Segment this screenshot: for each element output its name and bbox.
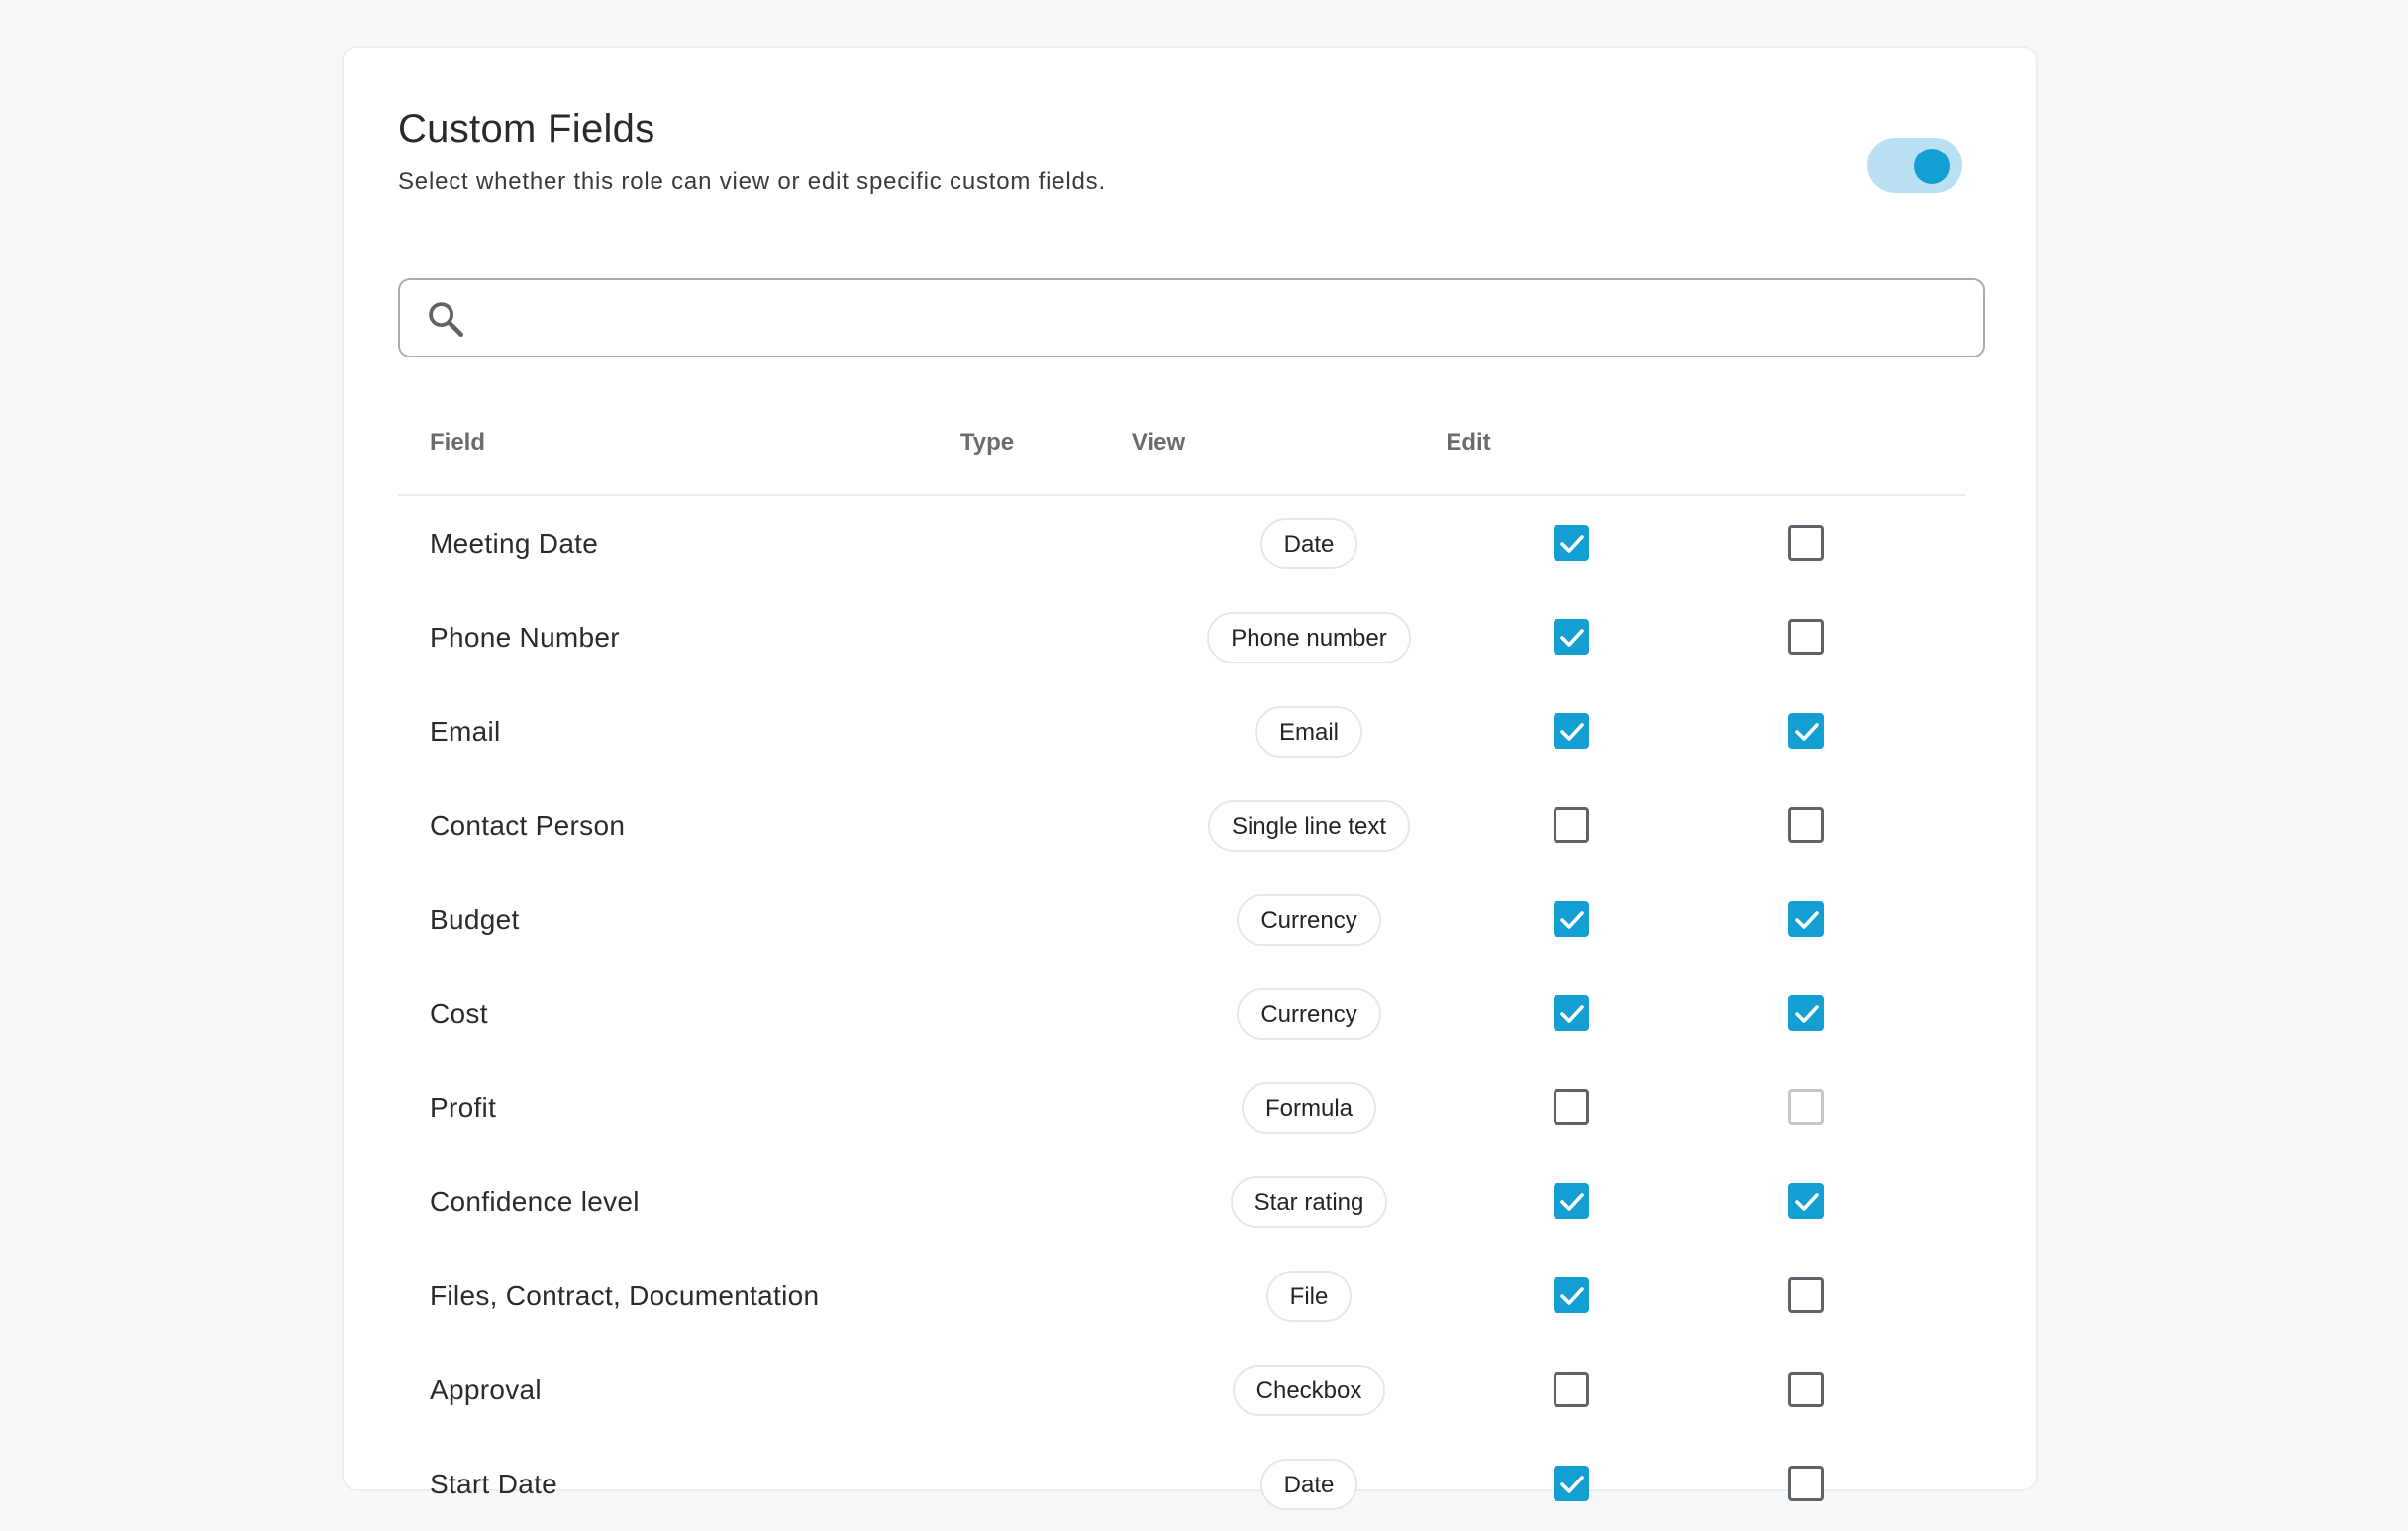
view-checkbox[interactable] bbox=[1554, 525, 1589, 561]
field-type-badge: Single line text bbox=[1207, 799, 1411, 852]
checkmark-icon bbox=[1560, 629, 1584, 647]
table-row: Meeting Date Date bbox=[398, 496, 1965, 590]
checkmark-icon bbox=[1560, 1476, 1584, 1493]
table-row: Email Email bbox=[398, 684, 1965, 778]
view-checkbox[interactable] bbox=[1554, 807, 1589, 843]
custom-fields-toggle[interactable] bbox=[1867, 138, 1962, 193]
search-input[interactable] bbox=[483, 290, 1962, 348]
edit-checkbox[interactable] bbox=[1788, 1372, 1824, 1407]
section-title: Custom Fields bbox=[398, 107, 655, 151]
field-name: Budget bbox=[430, 904, 520, 935]
checkmark-icon bbox=[1795, 1193, 1819, 1211]
field-name: Meeting Date bbox=[430, 528, 599, 559]
view-checkbox[interactable] bbox=[1554, 1277, 1589, 1313]
field-name: Phone Number bbox=[430, 622, 620, 653]
field-name: Approval bbox=[430, 1375, 542, 1405]
column-header-edit: Edit bbox=[1446, 429, 1491, 456]
field-type-badge: Phone number bbox=[1207, 611, 1411, 663]
edit-checkbox[interactable] bbox=[1788, 1466, 1824, 1501]
checkmark-icon bbox=[1560, 1287, 1584, 1305]
table-row: Approval Checkbox bbox=[398, 1343, 1965, 1437]
search-icon bbox=[429, 302, 464, 338]
field-name: Profit bbox=[430, 1092, 497, 1123]
view-checkbox[interactable] bbox=[1554, 1372, 1589, 1407]
checkmark-icon bbox=[1795, 723, 1819, 741]
field-type-badge: File bbox=[1265, 1270, 1353, 1322]
edit-checkbox[interactable] bbox=[1788, 807, 1824, 843]
field-name: Files, Contract, Documentation bbox=[430, 1280, 820, 1311]
view-checkbox[interactable] bbox=[1554, 713, 1589, 749]
field-type-badge: Date bbox=[1259, 1458, 1358, 1510]
edit-checkbox[interactable] bbox=[1788, 1277, 1824, 1313]
view-checkbox[interactable] bbox=[1554, 995, 1589, 1031]
field-type-badge: Checkbox bbox=[1232, 1364, 1386, 1416]
view-checkbox[interactable] bbox=[1554, 901, 1589, 937]
table-row: Phone Number Phone number bbox=[398, 590, 1965, 684]
checkmark-icon bbox=[1560, 723, 1584, 741]
edit-checkbox[interactable] bbox=[1788, 1183, 1824, 1219]
view-checkbox[interactable] bbox=[1554, 619, 1589, 655]
field-name: Confidence level bbox=[430, 1186, 640, 1217]
field-name: Contact Person bbox=[430, 810, 626, 841]
edit-checkbox[interactable] bbox=[1788, 619, 1824, 655]
table-row: Contact Person Single line text bbox=[398, 778, 1965, 872]
toggle-knob bbox=[1914, 149, 1950, 184]
field-type-badge: Date bbox=[1259, 517, 1358, 569]
custom-fields-card: Custom Fields Select whether this role c… bbox=[342, 46, 2038, 1510]
search-box bbox=[398, 278, 1985, 357]
field-type-badge: Formula bbox=[1241, 1081, 1377, 1134]
table-row: Profit Formula bbox=[398, 1061, 1965, 1155]
field-name: Email bbox=[430, 716, 501, 747]
edit-checkbox bbox=[1788, 1089, 1824, 1125]
view-checkbox[interactable] bbox=[1554, 1183, 1589, 1219]
field-name: Cost bbox=[430, 998, 488, 1029]
field-type-badge: Star rating bbox=[1230, 1175, 1388, 1228]
table-row: Files, Contract, Documentation File bbox=[398, 1249, 1965, 1343]
field-type-badge: Currency bbox=[1237, 987, 1381, 1040]
section-subtitle: Select whether this role can view or edi… bbox=[398, 168, 1106, 195]
checkmark-icon bbox=[1795, 911, 1819, 929]
field-name: Start Date bbox=[430, 1469, 558, 1499]
edit-checkbox[interactable] bbox=[1788, 525, 1824, 561]
checkmark-icon bbox=[1560, 1193, 1584, 1211]
field-type-badge: Currency bbox=[1237, 893, 1381, 946]
checkmark-icon bbox=[1560, 535, 1584, 553]
checkmark-icon bbox=[1795, 1005, 1819, 1023]
edit-checkbox[interactable] bbox=[1788, 713, 1824, 749]
field-type-badge: Email bbox=[1255, 705, 1363, 758]
table-row: Cost Currency bbox=[398, 967, 1965, 1061]
view-checkbox[interactable] bbox=[1554, 1466, 1589, 1501]
table-row: Start Date Date bbox=[398, 1437, 1965, 1531]
edit-checkbox[interactable] bbox=[1788, 995, 1824, 1031]
fields-table-body: Meeting Date Date Phone Number Phone num… bbox=[398, 496, 1965, 1531]
checkmark-icon bbox=[1560, 911, 1584, 929]
edit-checkbox[interactable] bbox=[1788, 901, 1824, 937]
table-row: Confidence level Star rating bbox=[398, 1155, 1965, 1249]
checkmark-icon bbox=[1560, 1005, 1584, 1023]
table-row: Budget Currency bbox=[398, 872, 1965, 967]
table-header: Field Type View Edit bbox=[398, 379, 1965, 496]
view-checkbox[interactable] bbox=[1554, 1089, 1589, 1125]
section-header: Custom Fields Select whether this role c… bbox=[398, 109, 1981, 197]
